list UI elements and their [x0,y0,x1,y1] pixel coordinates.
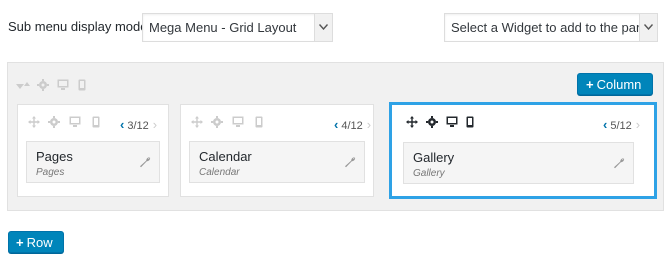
chevron-down-icon [639,14,657,41]
mobile-icon[interactable] [466,116,474,128]
column-width-value: 4/12 [341,120,363,132]
widget-title: Pages [36,149,73,164]
widget-card[interactable]: Gallery Gallery [403,142,634,184]
widget-title: Gallery [413,150,455,165]
move-icon[interactable] [28,116,40,128]
column-width-control: ‹ 5/12 › [603,117,640,132]
widget-card[interactable]: Pages Pages [26,141,160,183]
widget-type: Gallery [413,168,445,179]
plus-icon: + [16,235,24,250]
move-icon[interactable] [406,116,418,128]
increase-width-button[interactable]: › [367,117,371,132]
submenu-display-mode-label: Sub menu display mode [8,19,148,34]
widget-type: Pages [36,167,65,178]
desktop-icon[interactable] [57,79,69,91]
wrench-icon[interactable] [613,156,625,174]
widget-type: Calendar [199,167,240,178]
submenu-mode-value: Mega Menu - Grid Layout [149,20,297,35]
gear-icon[interactable] [211,116,223,128]
submenu-mode-select[interactable]: Mega Menu - Grid Layout [142,13,333,42]
column-width-control: ‹ 4/12 › [334,117,371,132]
desktop-icon[interactable] [232,116,244,128]
column-width-value: 5/12 [610,120,632,132]
move-icon[interactable] [191,116,203,128]
chevron-down-icon [314,14,332,41]
desktop-icon[interactable] [69,116,81,128]
desktop-icon[interactable] [446,116,458,128]
collapse-icon[interactable] [16,80,30,92]
add-row-label: Row [26,235,53,250]
grid-column[interactable]: ‹ 4/12 › Calendar Calendar [180,104,374,197]
widget-title: Calendar [199,149,252,164]
add-column-label: Column [596,77,642,92]
decrease-width-button[interactable]: ‹ [334,117,338,132]
mobile-icon[interactable] [92,116,100,128]
grid-column[interactable]: ‹ 3/12 › Pages Pages [17,104,169,197]
decrease-width-button[interactable]: ‹ [603,117,607,132]
plus-icon: + [586,77,594,92]
column-width-control: ‹ 3/12 › [120,117,157,132]
widget-card[interactable]: Calendar Calendar [189,141,365,183]
column-width-value: 3/12 [127,120,149,132]
add-row-button[interactable]: + Row [8,231,64,253]
increase-width-button[interactable]: › [153,117,157,132]
grid-column-selected[interactable]: ‹ 5/12 › Gallery Gallery [389,102,657,199]
mobile-icon[interactable] [78,79,86,91]
wrench-icon[interactable] [139,155,151,173]
add-column-button[interactable]: + Column [577,73,653,95]
increase-width-button[interactable]: › [636,117,640,132]
gear-icon[interactable] [48,116,60,128]
gear-icon[interactable] [37,79,49,91]
widget-select-value: Select a Widget to add to the panel [451,20,654,35]
decrease-width-button[interactable]: ‹ [120,117,124,132]
mobile-icon[interactable] [255,116,263,128]
wrench-icon[interactable] [344,155,356,173]
widget-select[interactable]: Select a Widget to add to the panel [444,13,658,42]
gear-icon[interactable] [426,116,438,128]
